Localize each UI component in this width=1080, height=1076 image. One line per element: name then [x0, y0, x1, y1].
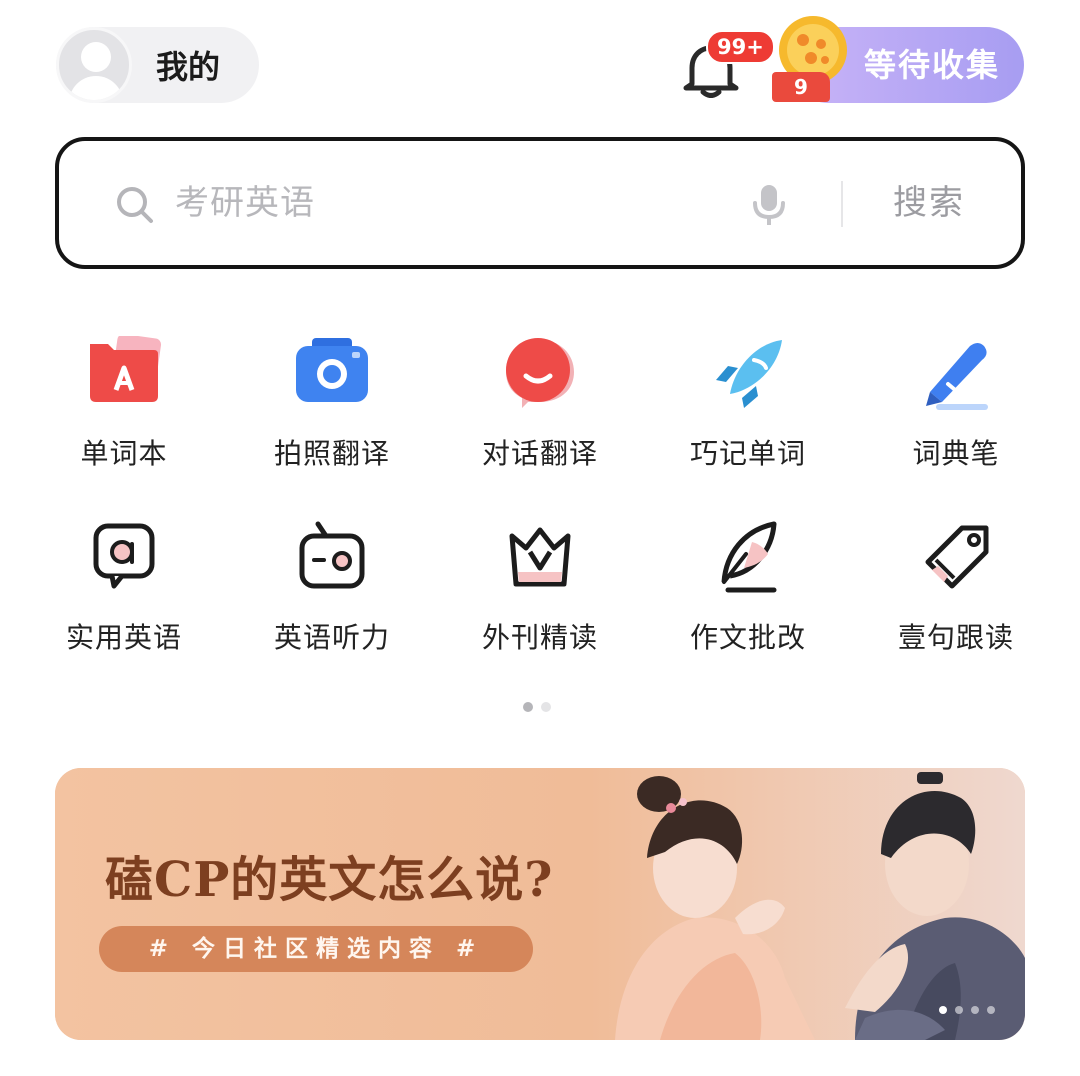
- banner-dot: [987, 1006, 995, 1014]
- tool-label: 拍照翻译: [273, 437, 390, 470]
- tool-practical-english[interactable]: 实用英语: [24, 520, 224, 670]
- collect-label: 等待收集: [864, 46, 1001, 84]
- tool-sentence-follow[interactable]: 壹句跟读: [856, 520, 1056, 670]
- profile-label: 我的: [156, 48, 221, 86]
- crown-v-icon: [509, 527, 571, 587]
- tool-wordbook[interactable]: 单词本: [24, 336, 224, 486]
- notification-button[interactable]: 99+: [676, 30, 775, 100]
- tool-memorize-words[interactable]: 巧记单词: [648, 336, 848, 486]
- tool-label: 外刊精读: [481, 621, 598, 654]
- promo-banner[interactable]: 磕CP的英文怎么说? # 今日社区精选内容 #: [55, 768, 1025, 1040]
- banner-dot-active: [939, 1006, 947, 1014]
- tool-label: 对话翻译: [481, 437, 598, 470]
- dictionary-pen-icon: [926, 343, 988, 410]
- rocket-icon: [716, 340, 782, 408]
- microphone-icon[interactable]: [751, 183, 787, 227]
- tool-dialog-translate[interactable]: 对话翻译: [440, 336, 640, 486]
- tool-dictionary-pen[interactable]: 词典笔: [856, 336, 1056, 486]
- tool-essay-correction[interactable]: 作文批改: [648, 520, 848, 670]
- search-button[interactable]: 搜索: [893, 141, 965, 265]
- banner-pager[interactable]: [939, 1006, 995, 1014]
- search-icon: [117, 187, 153, 223]
- tag-icon: [925, 525, 989, 589]
- banner-dot: [955, 1006, 963, 1014]
- tool-label: 词典笔: [912, 437, 1000, 470]
- tool-label: 单词本: [80, 437, 168, 470]
- tool-label: 英语听力: [273, 621, 390, 654]
- chat-bubble-icon: [506, 338, 574, 408]
- tool-english-listening[interactable]: 英语听力: [232, 520, 432, 670]
- search-bar[interactable]: 考研英语 搜索: [55, 137, 1025, 269]
- profile-button[interactable]: 我的: [56, 27, 259, 103]
- banner-dot: [971, 1006, 979, 1014]
- tool-label: 壹句跟读: [897, 621, 1014, 654]
- pager-dot-active: [523, 702, 533, 712]
- tool-label: 实用英语: [65, 621, 182, 654]
- search-input[interactable]: 考研英语: [175, 141, 315, 265]
- banner-tag: # 今日社区精选内容 #: [99, 926, 533, 972]
- collect-count-badge: 9: [772, 72, 830, 102]
- tool-label: 作文批改: [689, 621, 806, 654]
- tool-journal-reading[interactable]: 外刊精读: [440, 520, 640, 670]
- speech-a-icon: [93, 523, 155, 589]
- camera-icon: [296, 338, 368, 402]
- tool-label: 巧记单词: [689, 437, 806, 470]
- search-divider: [841, 181, 843, 227]
- pager-dot: [541, 702, 551, 712]
- tool-grid-pager[interactable]: [523, 702, 551, 712]
- banner-title: 磕CP的英文怎么说?: [105, 852, 554, 908]
- radio-icon: [299, 521, 365, 589]
- avatar: [56, 27, 132, 103]
- quill-icon: [721, 521, 777, 593]
- notification-badge: 99+: [706, 30, 775, 64]
- home-screen: 我的 99+ 等待收集 9 考研英语 搜索 单词本 拍照翻译 对话翻译 巧记单词…: [0, 0, 1080, 1076]
- tool-photo-translate[interactable]: 拍照翻译: [232, 336, 432, 486]
- wordbook-icon: [90, 336, 162, 402]
